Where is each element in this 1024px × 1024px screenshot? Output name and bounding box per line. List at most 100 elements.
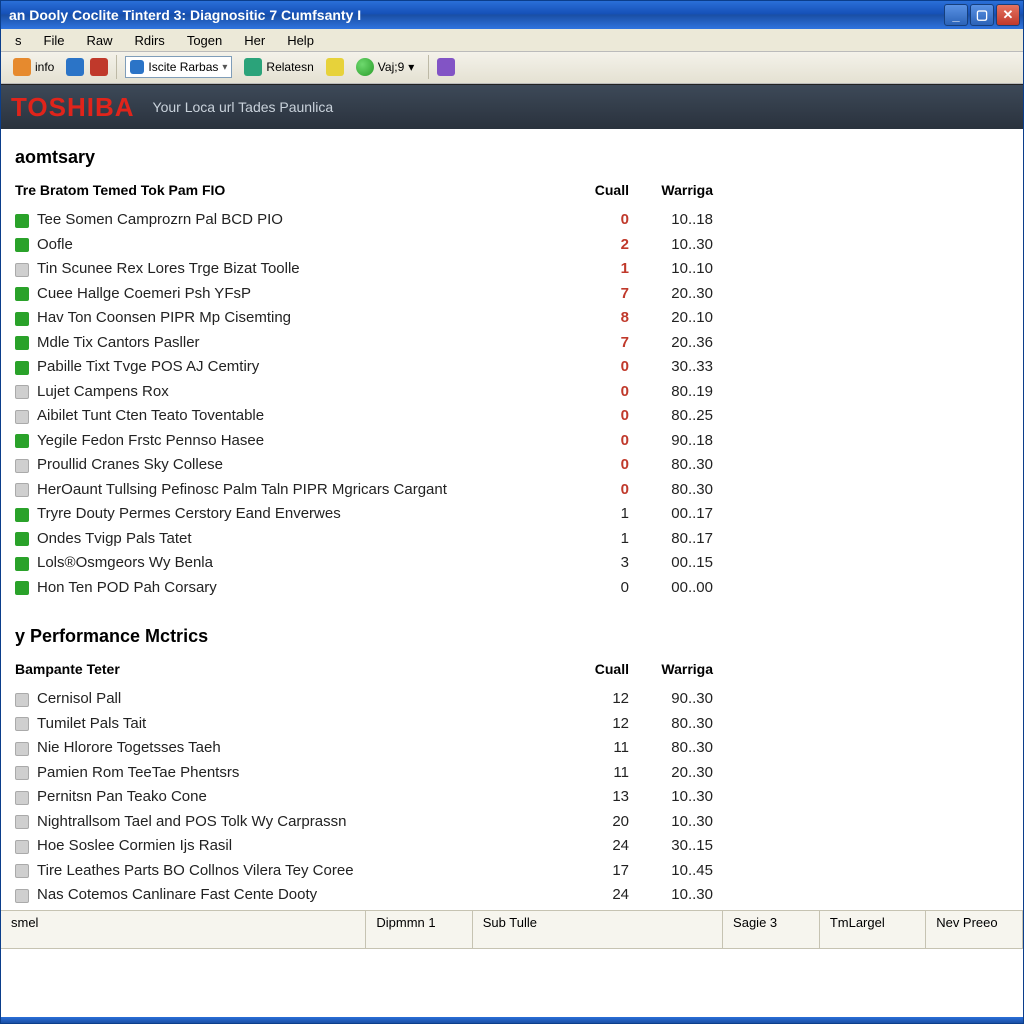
table-row[interactable]: Ondes Tvigp Pals Tatet180..17: [15, 527, 719, 552]
table-row[interactable]: Tryre Douty Permes Cerstory Eand Enverwe…: [15, 502, 719, 527]
table-row[interactable]: Tin Scunee Rex Lores Trge Bizat Toolle11…: [15, 257, 719, 282]
row-name: Tire Leathes Parts BO Collnos Vilera Tey…: [37, 860, 559, 883]
related-button[interactable]: Relatesn: [238, 55, 319, 79]
table-row[interactable]: Aibilet Tunt Cten Teato Toventable080..2…: [15, 404, 719, 429]
table-row[interactable]: Proullid Cranes Sky Collese080..30: [15, 453, 719, 478]
table-row[interactable]: Tire Leathes Parts BO Collnos Vilera Tey…: [15, 859, 719, 884]
menu-item[interactable]: Rdirs: [124, 31, 174, 50]
menu-item[interactable]: File: [34, 31, 75, 50]
table-row[interactable]: Yegile Fedon Frstc Pennso Hasee090..18: [15, 429, 719, 454]
row-count: 7: [559, 283, 629, 306]
table-row[interactable]: Mdle Tix Cantors Pasller720..36: [15, 331, 719, 356]
table-row[interactable]: Nightrallsom Tael and POS Tolk Wy Carpra…: [15, 810, 719, 835]
row-count: 17: [559, 860, 629, 883]
row-warning: 80..30: [629, 454, 719, 477]
col-count: Cuall: [559, 182, 629, 198]
menu-item[interactable]: Her: [234, 31, 275, 50]
table-row[interactable]: Lols®Osmgeors Wy Benla300..15: [15, 551, 719, 576]
row-name: Nightrallsom Tael and POS Tolk Wy Carpra…: [37, 811, 559, 834]
tool-icon-2[interactable]: [437, 58, 455, 76]
status-marker: [15, 385, 29, 399]
section-2-title: y Performance Mctrics: [15, 626, 719, 647]
status-cell[interactable]: Sub Tulle: [473, 911, 723, 948]
chevron-down-icon: ▾: [408, 60, 414, 74]
main-panel: aomtsary Tre Bratom Temed Tok Pam FIO Cu…: [15, 141, 719, 909]
row-name: Hoe Soslee Cormien Ijs Rasil: [37, 835, 559, 858]
window-controls: _ ▢ ✕: [944, 4, 1020, 26]
status-marker: [15, 581, 29, 595]
row-name: Yegile Fedon Frstc Pennso Hasee: [37, 430, 559, 453]
row-count: 20: [559, 811, 629, 834]
tool-icon-1[interactable]: [326, 58, 344, 76]
nav-icon[interactable]: [66, 58, 84, 76]
chevron-down-icon: ▾: [222, 62, 227, 73]
row-warning: 10..30: [629, 884, 719, 907]
table-row[interactable]: Tumilet Pals Tait1280..30: [15, 712, 719, 737]
table-row[interactable]: Nie Hlorore Togetsses Taeh1180..30: [15, 736, 719, 761]
row-count: 1: [559, 503, 629, 526]
related-label: Relatesn: [266, 60, 313, 74]
combo-icon: [130, 60, 144, 74]
row-warning: 10..18: [629, 209, 719, 232]
col-warning: Warriga: [629, 661, 719, 677]
play-button[interactable]: Vaj;9 ▾: [350, 55, 421, 79]
table-row[interactable]: Lujet Campens Rox080..19: [15, 380, 719, 405]
status-marker: [15, 742, 29, 756]
menu-item[interactable]: s: [5, 31, 32, 50]
table-row[interactable]: Hoe Soslee Cormien Ijs Rasil2430..15: [15, 834, 719, 859]
row-warning: 80..17: [629, 528, 719, 551]
table-row[interactable]: Cernisol Pall1290..30: [15, 687, 719, 712]
row-name: Pernitsn Pan Teako Cone: [37, 786, 559, 809]
close-button[interactable]: ✕: [996, 4, 1020, 26]
status-marker: [15, 459, 29, 473]
table-row[interactable]: Nas Cotemos Canlinare Fast Cente Dooty24…: [15, 883, 719, 908]
table-row[interactable]: Pernitsn Pan Teako Cone1310..30: [15, 785, 719, 810]
table-row[interactable]: Cuee Hallge Coemeri Psh YFsP720..30: [15, 282, 719, 307]
status-cell[interactable]: Dipmmn 1: [366, 911, 472, 948]
flag-icon[interactable]: [90, 58, 108, 76]
brand-logo: TOSHIBA: [11, 92, 135, 123]
menu-item[interactable]: Raw: [76, 31, 122, 50]
minimize-button[interactable]: _: [944, 4, 968, 26]
status-marker: [15, 361, 29, 375]
toolbar: info Iscite Rarbas ▾ Relatesn Vaj;9 ▾: [1, 52, 1023, 84]
row-count: 13: [559, 786, 629, 809]
bottom-pane: [1, 948, 1023, 1018]
row-warning: 00..17: [629, 503, 719, 526]
row-name: Tumilet Pals Tait: [37, 713, 559, 736]
col-count: Cuall: [559, 661, 629, 677]
info-label: info: [35, 60, 54, 74]
section-1-headers: Tre Bratom Temed Tok Pam FIO Cuall Warri…: [15, 182, 719, 198]
row-warning: 10..10: [629, 258, 719, 281]
status-cell[interactable]: smel: [1, 911, 366, 948]
row-name: Proullid Cranes Sky Collese: [37, 454, 559, 477]
table-row[interactable]: Tee Somen Camprozrn Pal BCD PIO010..18: [15, 208, 719, 233]
status-cell[interactable]: TmLargel: [820, 911, 926, 948]
row-count: 0: [559, 430, 629, 453]
brand-bar: TOSHIBA Your Loca url Tades Paunlica: [1, 84, 1023, 129]
table-row[interactable]: HerOaunt Tullsing Pefinosc Palm Taln PIP…: [15, 478, 719, 503]
table-row[interactable]: Oofle210..30: [15, 233, 719, 258]
table-row[interactable]: Pamien Rom TeeTae Phentsrs1120..30: [15, 761, 719, 786]
table-row[interactable]: Pabille Tixt Tvge POS AJ Cemtiry030..33: [15, 355, 719, 380]
col-name: Bampante Teter: [15, 661, 559, 677]
window-titlebar: an Dooly Coclite Tinterd 3: Diagnositic …: [1, 1, 1023, 29]
info-button[interactable]: info: [7, 55, 60, 79]
menu-item[interactable]: Help: [277, 31, 324, 50]
row-warning: 80..30: [629, 713, 719, 736]
status-cell[interactable]: Sagie 3: [723, 911, 820, 948]
row-warning: 90..30: [629, 688, 719, 711]
table-row[interactable]: Hav Ton Coonsen PIPR Mp Cisemting820..10: [15, 306, 719, 331]
menu-item[interactable]: Togen: [177, 31, 232, 50]
status-cell[interactable]: Nev Preeo: [926, 911, 1023, 948]
row-name: Hav Ton Coonsen PIPR Mp Cisemting: [37, 307, 559, 330]
row-name: HerOaunt Tullsing Pefinosc Palm Taln PIP…: [37, 479, 559, 502]
status-marker: [15, 508, 29, 522]
row-name: Oofle: [37, 234, 559, 257]
row-name: Pamien Rom TeeTae Phentsrs: [37, 762, 559, 785]
status-marker: [15, 287, 29, 301]
table-row[interactable]: Hon Ten POD Pah Corsary000..00: [15, 576, 719, 601]
maximize-button[interactable]: ▢: [970, 4, 994, 26]
combo-1[interactable]: Iscite Rarbas ▾: [125, 56, 232, 78]
status-marker: [15, 557, 29, 571]
